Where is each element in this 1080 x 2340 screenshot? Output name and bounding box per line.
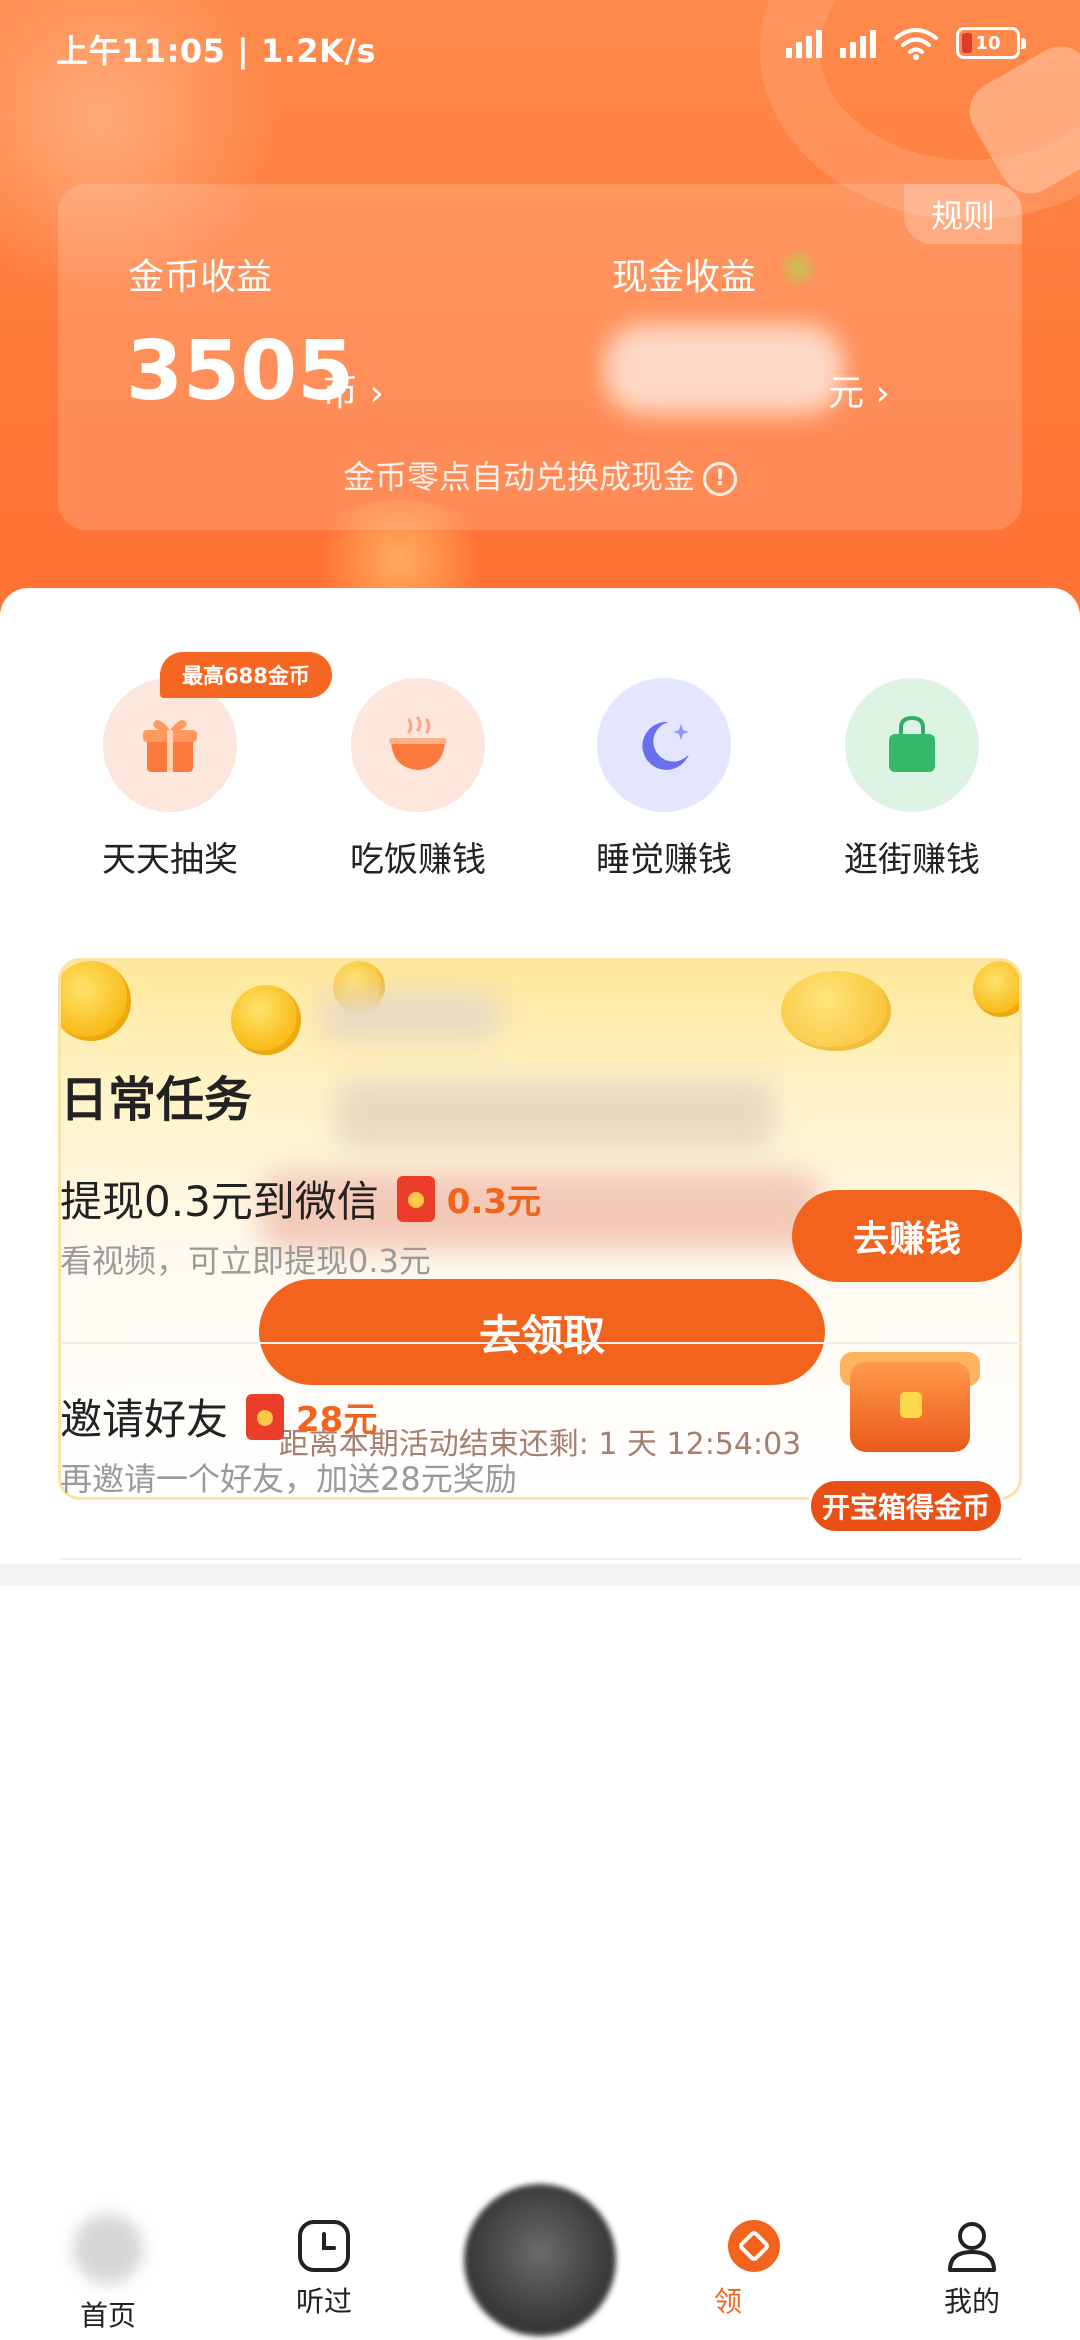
- treasure-lock: [900, 1392, 922, 1418]
- coin-decoration: [231, 985, 301, 1055]
- task-title-text: 提现0.3元到微信: [60, 1177, 379, 1226]
- coin-decoration: [61, 961, 131, 1041]
- status-time: 上午11:05 | 1.2K/s: [56, 32, 377, 70]
- battery-level: [962, 33, 972, 53]
- task-title-withdraw: 提现0.3元到微信 0.3元: [60, 1168, 541, 1229]
- section-divider: [0, 1564, 1080, 1586]
- coin-unit[interactable]: 币 ›: [322, 364, 384, 416]
- signal-icon: [786, 28, 822, 58]
- earnings-card: 规则 金币收益 3505 币 › 现金收益 元 › 金币零点自动兑换成现金!: [58, 184, 1022, 530]
- nav-label: 我的: [943, 2285, 1000, 2318]
- shopping-bag-icon: [845, 678, 979, 812]
- coin-decoration: [781, 971, 891, 1051]
- info-icon[interactable]: !: [703, 462, 737, 496]
- home-icon: [73, 2214, 143, 2284]
- status-bar: 上午11:05 | 1.2K/s 10: [0, 0, 1080, 96]
- nav-label: 领: [714, 2285, 743, 2318]
- treasure-chest-icon[interactable]: [810, 1352, 1010, 1472]
- go-earn-button[interactable]: 去赚钱: [792, 1190, 1022, 1282]
- gift-icon: [103, 678, 237, 812]
- feature-label: 睡觉赚钱: [596, 840, 732, 880]
- daily-tasks-title: 日常任务: [60, 1072, 253, 1128]
- feature-lottery[interactable]: 天天抽奖: [70, 678, 270, 881]
- feature-sleep[interactable]: 睡觉赚钱: [564, 678, 764, 881]
- nav-history[interactable]: 听过: [264, 2180, 384, 2320]
- nav-earn[interactable]: 领: [694, 2180, 814, 2320]
- wifi-icon: [894, 28, 938, 60]
- user-icon: [944, 2218, 1000, 2274]
- cash-earnings-value-blurred[interactable]: [604, 324, 844, 414]
- task-divider: [60, 1342, 1022, 1344]
- earn-diamond-icon: [726, 2218, 782, 2274]
- nav-mine[interactable]: 我的: [912, 2180, 1032, 2320]
- task-title-text: 邀请好友: [60, 1395, 229, 1444]
- coin-decoration: [973, 961, 1019, 1017]
- claim-button[interactable]: 去领取: [259, 1279, 825, 1385]
- nav-label: 听过: [295, 2285, 352, 2318]
- status-icons: 10: [786, 26, 1026, 60]
- lottery-badge: 最高688金币: [160, 652, 332, 698]
- red-packet-icon: [396, 1175, 435, 1222]
- nav-home[interactable]: 首页: [48, 2180, 168, 2334]
- feature-label: 天天抽奖: [102, 840, 238, 880]
- cash-earnings-label: 现金收益: [612, 257, 757, 298]
- cash-indicator-dot: [778, 248, 818, 288]
- red-packet-icon: [246, 1393, 285, 1440]
- rules-button[interactable]: 规则: [904, 184, 1022, 244]
- task-desc: 看视频，可立即提现0.3元: [60, 1242, 431, 1280]
- feature-eat[interactable]: 吃饭赚钱: [318, 678, 518, 881]
- convert-note-text: 金币零点自动兑换成现金: [342, 458, 695, 496]
- task-divider: [60, 1558, 1022, 1560]
- bowl-icon: [351, 678, 485, 812]
- signal-hd-icon: [840, 28, 876, 58]
- feature-label: 吃饭赚钱: [350, 840, 486, 880]
- cash-unit[interactable]: 元 ›: [828, 364, 890, 416]
- task-desc: 再邀请一个好友，加送28元奖励: [60, 1460, 517, 1498]
- battery-value: 10: [975, 32, 1001, 54]
- task-reward: 0.3元: [446, 1182, 542, 1222]
- activity-subtitle-blurred: [335, 1079, 775, 1149]
- clock-icon: [296, 2218, 352, 2274]
- convert-note: 金币零点自动兑换成现金!: [58, 452, 1022, 498]
- coin-earnings-label: 金币收益: [128, 257, 273, 298]
- feature-label: 逛街赚钱: [844, 840, 980, 880]
- nav-label: 首页: [79, 2299, 136, 2332]
- feature-shopping[interactable]: 逛街赚钱: [812, 678, 1012, 881]
- coin-earnings-value[interactable]: 3505: [126, 324, 354, 419]
- activity-title-blurred: [321, 991, 501, 1041]
- task-title-invite: 邀请好友 28元: [60, 1386, 377, 1447]
- open-treasure-button[interactable]: 开宝箱得金币: [808, 1478, 1004, 1534]
- player-disc[interactable]: [464, 2184, 616, 2336]
- battery-icon: 10: [956, 27, 1026, 59]
- task-reward: 28元: [296, 1400, 378, 1440]
- moon-icon: [597, 678, 731, 812]
